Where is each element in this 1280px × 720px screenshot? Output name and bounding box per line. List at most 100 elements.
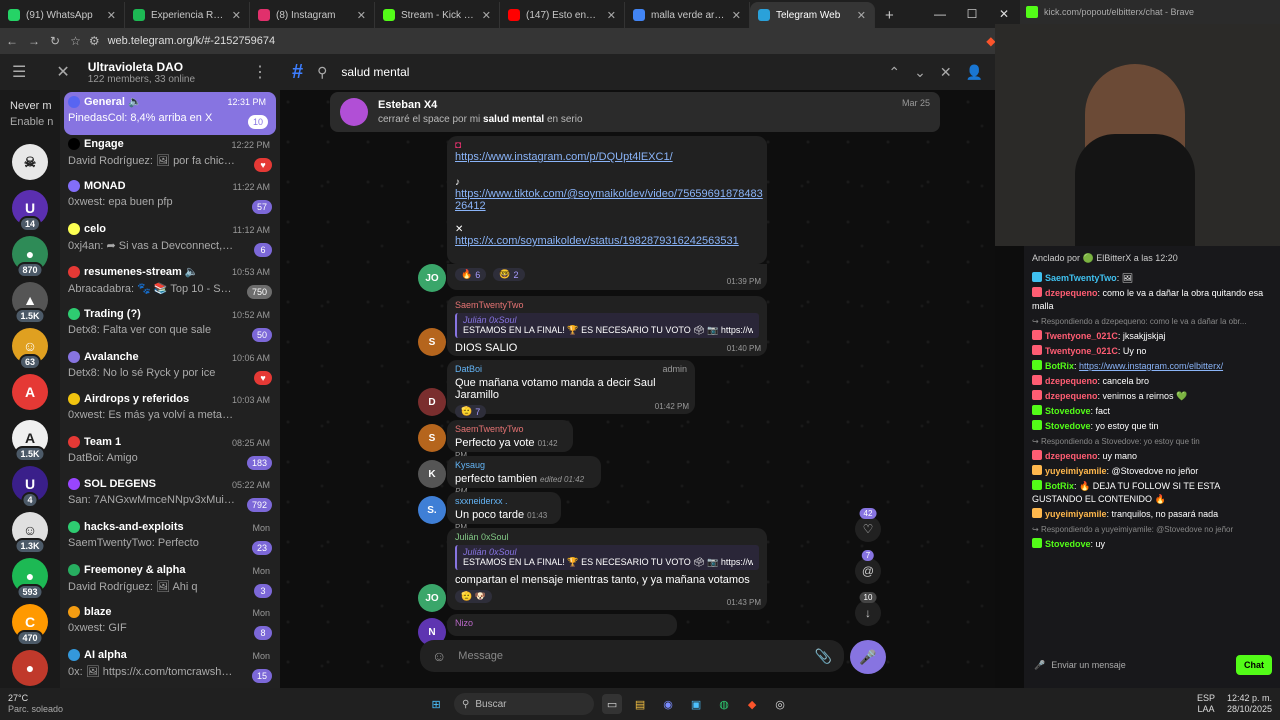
taskview-icon[interactable]: ▭ — [602, 694, 623, 714]
scroll-down-button[interactable]: ↓ 10 — [855, 592, 881, 626]
message-composer[interactable]: ☺ Message 📎 — [420, 640, 844, 672]
tab-close-icon[interactable]: ✕ — [107, 9, 116, 22]
folder-item[interactable]: ▲ 1.5K — [12, 282, 48, 324]
chat-username[interactable]: SaemTwentyTwo — [1045, 273, 1117, 283]
folder-item[interactable]: ☠ — [12, 144, 48, 180]
avatar[interactable]: S — [418, 424, 446, 452]
reaction[interactable]: 🫡 7 — [455, 405, 487, 418]
chat-link[interactable]: https://www.instagram.com/elbitterx/ — [1079, 361, 1223, 371]
tab-close-icon[interactable]: ✕ — [482, 9, 491, 22]
chat-username[interactable]: dzepequeno — [1045, 451, 1098, 461]
mic-icon[interactable]: 🎤 — [1034, 660, 1045, 671]
chevron-down-icon[interactable]: ⌄ — [914, 64, 926, 81]
menu-icon[interactable]: ☰ — [12, 62, 26, 82]
folder-item[interactable]: ● 870 — [12, 236, 48, 278]
chat-list-item[interactable]: hacks-and-exploits Mon SaemTwentyTwo: Perf… — [60, 518, 280, 561]
chat-list-item[interactable]: Engage 12:22 PM David Rodríguez: 🖼 por fa … — [60, 135, 280, 178]
close-icon[interactable]: ✕ — [56, 62, 69, 82]
forward-icon[interactable]: → — [28, 34, 40, 48]
chat-list-item[interactable]: resumenes-stream 🔈 10:53 AM Abracadabra: 🐾… — [60, 262, 280, 305]
tab-close-icon[interactable]: ✕ — [732, 9, 741, 22]
sender-name[interactable]: Kysaug — [455, 460, 593, 470]
more-icon[interactable]: ⋮ — [252, 62, 268, 82]
mentions-button[interactable]: @7 — [855, 550, 881, 584]
chat-username[interactable]: Stovedove — [1045, 421, 1091, 431]
chat-list-item[interactable]: AI alpha Mon 0x: 🖼 https://x.com/tomcrawsh… — [60, 646, 280, 688]
instagram-link[interactable]: https://www.instagram.com/p/DQUpt4lEXC1/ — [455, 151, 759, 163]
reaction[interactable]: 🫡 🐶 — [455, 590, 492, 603]
tab-close-icon[interactable]: ✕ — [857, 9, 866, 22]
tiktok-link[interactable]: https://www.tiktok.com/@soymaikoldev/vid… — [455, 188, 763, 212]
chat-list-item[interactable]: celo 11:12 AM 0xj4an: ➦ Si vas a Devconnec… — [60, 220, 280, 263]
maximize-icon[interactable]: ☐ — [956, 7, 988, 21]
sender-name[interactable]: Julián 0xSoul — [455, 532, 759, 542]
folder-item[interactable]: U 14 — [12, 190, 48, 232]
clock[interactable]: 12:42 p. m. 28/10/2025 — [1227, 693, 1272, 715]
new-tab-button[interactable]: + — [875, 2, 904, 28]
chat-list-item[interactable]: Avalanche 10:06 AM Detx8: No lo sé Ryck y … — [60, 348, 280, 391]
folder-item[interactable]: U4 — [12, 466, 48, 508]
chat-list-item[interactable]: Airdrops y referidos 10:03 AM 0xwest: Es m… — [60, 390, 280, 433]
weather-widget[interactable]: 27°C Parc. soleado — [8, 693, 63, 715]
chat-send-button[interactable]: Chat — [1236, 655, 1272, 675]
close-window-icon[interactable]: ✕ — [988, 7, 1020, 21]
reaction-fire[interactable]: 🔥 6 — [455, 268, 487, 281]
message-input[interactable]: Message — [458, 650, 802, 662]
hashtag-icon[interactable]: # — [292, 61, 303, 84]
chat-username[interactable]: dzepequeno — [1045, 391, 1098, 401]
enable-text[interactable]: Enable n — [10, 114, 53, 130]
sender-name[interactable]: SaemTwentyTwo — [455, 300, 759, 310]
avatar[interactable]: S. — [418, 496, 446, 524]
folder-item[interactable]: A 1.5K — [12, 420, 48, 462]
language-indicator[interactable]: ESP LAA — [1197, 693, 1215, 715]
reaction-emoji[interactable]: 🤓 2 — [493, 268, 525, 281]
tab-close-icon[interactable]: ✕ — [607, 9, 616, 22]
copilot-icon[interactable]: ◉ — [658, 694, 678, 714]
folder-item[interactable]: A — [12, 374, 48, 410]
chat-username[interactable]: yuyeimiyamile — [1045, 466, 1107, 476]
explorer-icon[interactable]: ▤ — [630, 694, 650, 714]
windows-start-icon[interactable]: ⊞ — [426, 694, 446, 714]
chat-username[interactable]: dzepequeno — [1045, 288, 1098, 298]
mic-button[interactable]: 🎤 — [850, 640, 886, 674]
chat-username[interactable]: yuyeimiyamile — [1045, 509, 1107, 519]
edge-icon[interactable]: ◍ — [714, 694, 734, 714]
chat-username[interactable]: dzepequeno — [1045, 376, 1098, 386]
chat-list-item[interactable]: MONAD 11:22 AM 0xwest: epa buen pfp 57 — [60, 177, 280, 220]
folder-item[interactable]: ☺ 1.3K — [12, 512, 48, 554]
sender-name[interactable]: DatBoi admin — [455, 364, 687, 374]
search-result[interactable]: Esteban X4 cerraré el space por mi salud… — [330, 92, 940, 132]
chat-username[interactable]: Twentyone_021C — [1045, 346, 1118, 356]
avatar[interactable]: S — [418, 328, 446, 356]
browser-tab[interactable]: malla verde arreglos de ca ✕ — [625, 2, 750, 28]
x-link[interactable]: https://x.com/soymaikoldev/status/198287… — [455, 235, 759, 247]
search-query[interactable]: salud mental — [341, 65, 874, 79]
chat-list-item[interactable]: SOL DEGENS 05:22 AM San: 7ANGxwMmceNNpv3xM… — [60, 475, 280, 518]
reactions-button[interactable]: ♡ 42 — [855, 508, 881, 542]
obs-icon[interactable]: ◎ — [770, 694, 790, 714]
browser-tab[interactable]: Telegram Web ✕ — [750, 2, 875, 28]
sender-name[interactable]: SaemTwentyTwo — [455, 424, 565, 434]
reload-icon[interactable]: ↻ — [50, 34, 60, 48]
chevron-up-icon[interactable]: ⌃ — [888, 64, 900, 81]
chat-list-item[interactable]: Freemoney & alpha Mon David Rodríguez: 🖼 A… — [60, 561, 280, 604]
site-info-icon[interactable]: ⚙ — [89, 34, 100, 48]
chat-list-item[interactable]: General 🔈 12:31 PM PinedasCol: 8,4% arriba… — [64, 92, 276, 135]
minimize-icon[interactable]: — — [924, 7, 956, 21]
folder-item[interactable]: C 470 — [12, 604, 48, 646]
avatar[interactable]: D — [418, 388, 446, 416]
browser-tab[interactable]: Experiencia Religiosa - m ✕ — [125, 2, 250, 28]
back-icon[interactable]: ← — [6, 34, 18, 48]
folder-item[interactable]: ● — [12, 650, 48, 686]
browser-tab[interactable]: (8) Instagram ✕ — [250, 2, 375, 28]
close-search-icon[interactable]: ✕ — [940, 64, 952, 81]
chat-username[interactable]: BotRix — [1045, 361, 1074, 371]
brave-icon[interactable]: ◆ — [742, 694, 762, 714]
attach-icon[interactable]: 📎 — [815, 648, 832, 665]
folder-item[interactable]: ☺ 63 — [12, 328, 48, 370]
emoji-icon[interactable]: ☺ — [432, 648, 446, 664]
avatar[interactable]: JO — [418, 584, 446, 612]
chat-username[interactable]: Stovedove — [1045, 539, 1091, 549]
tab-close-icon[interactable]: ✕ — [357, 9, 366, 22]
avatar[interactable]: JO — [418, 264, 446, 292]
